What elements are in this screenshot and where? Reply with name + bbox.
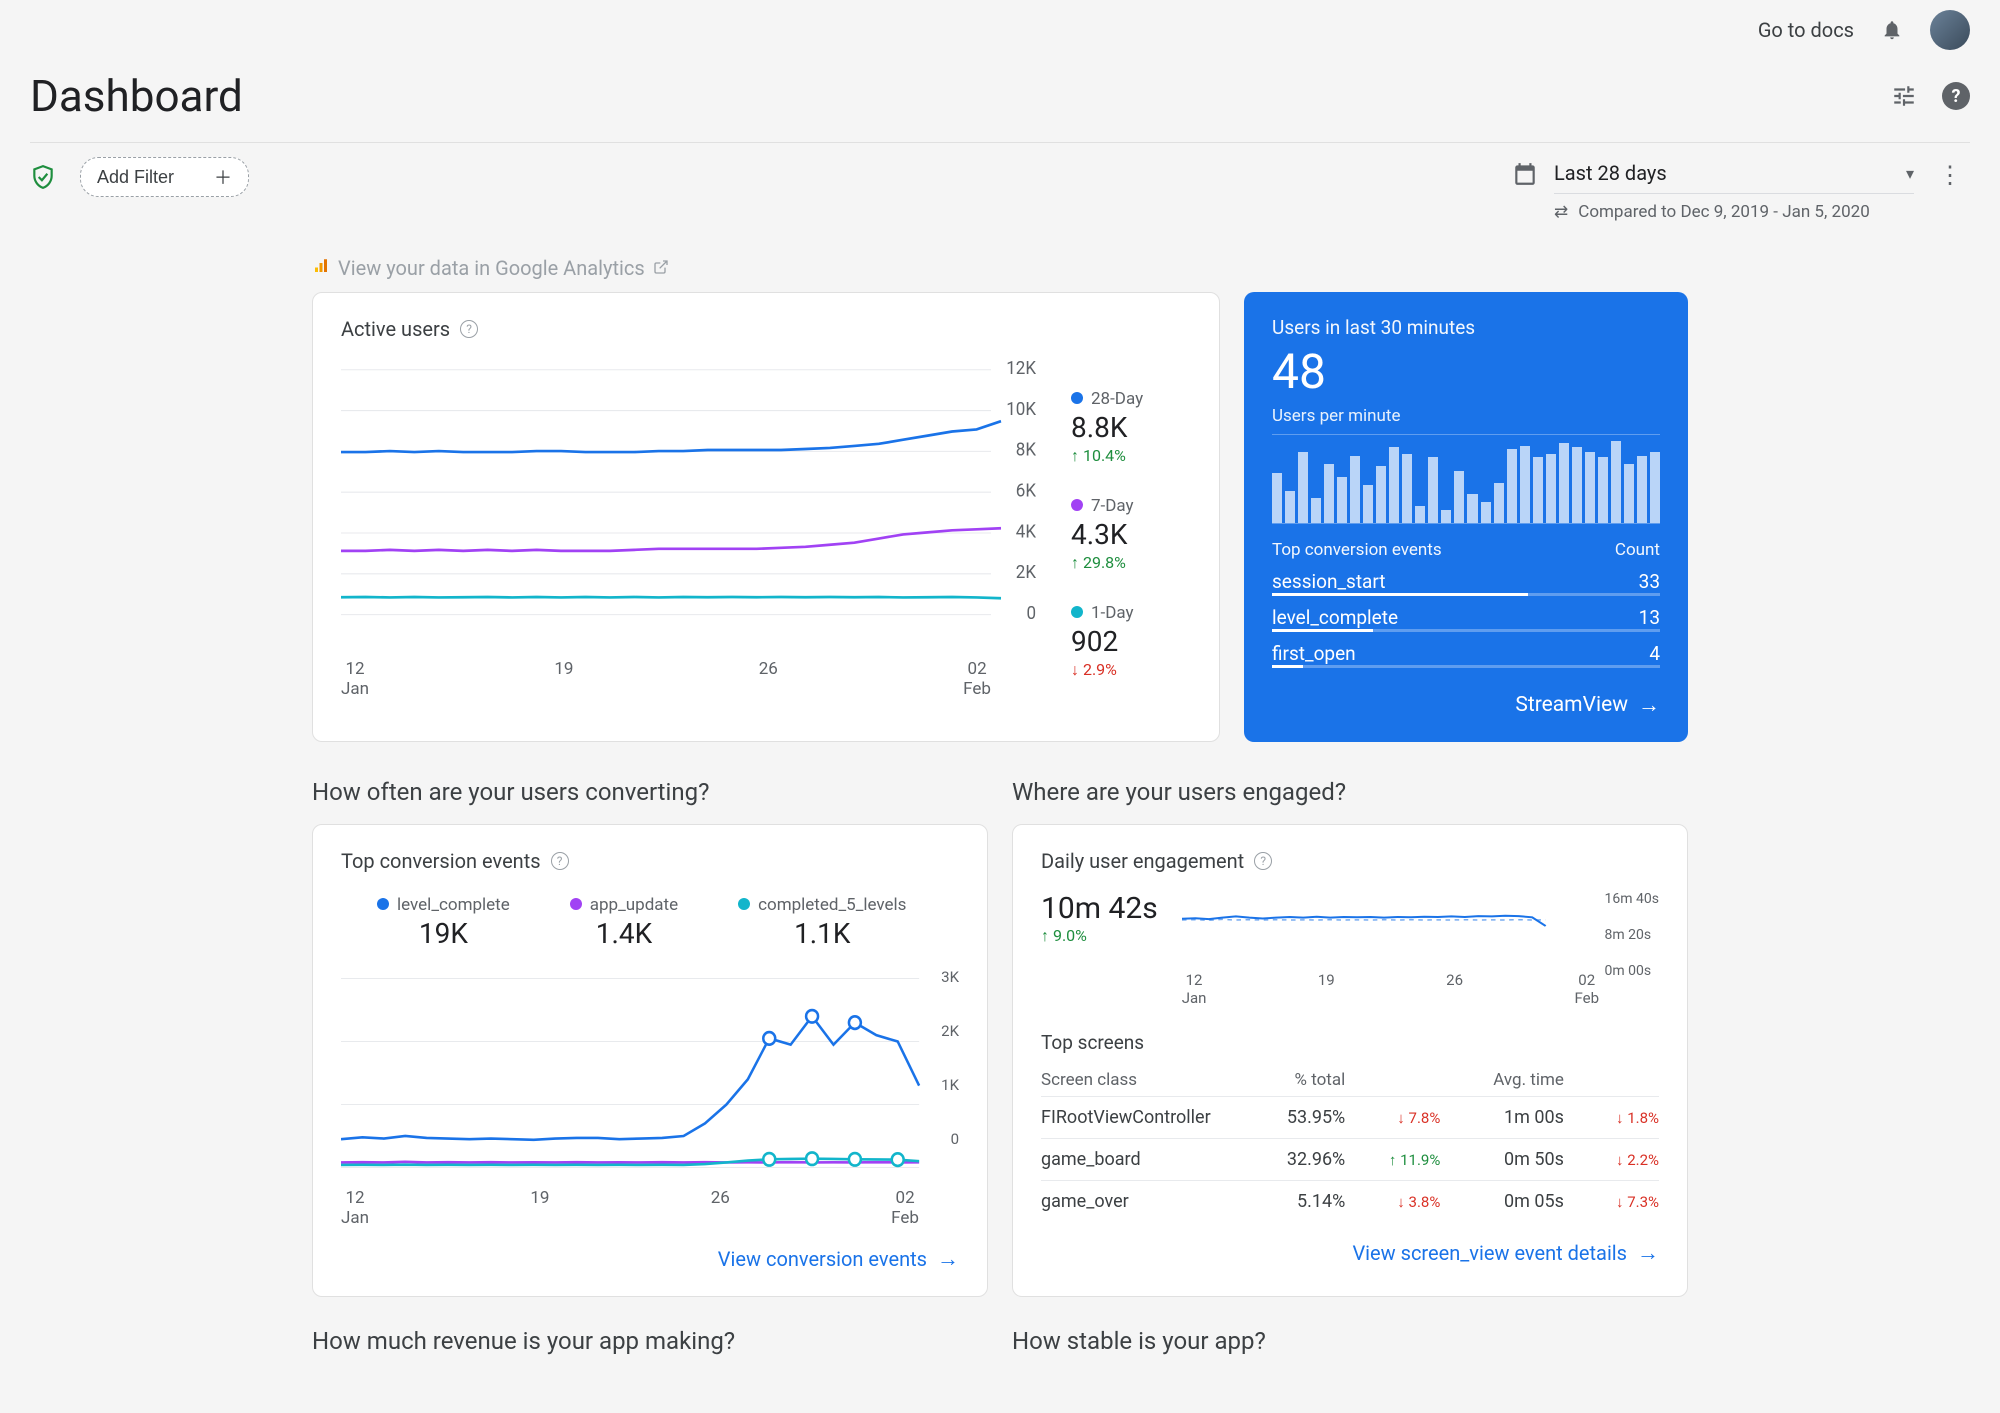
bell-icon[interactable]	[1878, 16, 1906, 44]
active-users-card: Active users ? 12K 10K 8K	[312, 292, 1220, 742]
section-engaged: Where are your users engaged?	[1012, 778, 1688, 806]
section-revenue: How much revenue is your app making?	[312, 1327, 988, 1355]
rt-row: first_open4	[1272, 642, 1660, 668]
rt-row: session_start33	[1272, 570, 1660, 596]
active-users-legend: 28-Day 8.8K ↑ 10.4% 7-Day 4.3K ↑ 29.8% 1…	[1071, 359, 1191, 699]
streamview-link[interactable]: StreamView →	[1272, 692, 1660, 718]
ga-link[interactable]: View your data in Google Analytics	[312, 256, 1688, 280]
help-icon[interactable]: ?	[1942, 82, 1970, 110]
conversion-title: Top conversion events	[341, 849, 541, 873]
svg-text:6K: 6K	[1016, 481, 1037, 502]
users-per-minute-chart	[1272, 434, 1660, 524]
legend-item: 7-Day 4.3K ↑ 29.8%	[1071, 496, 1191, 573]
top-screens-title: Top screens	[1041, 1031, 1659, 1054]
compared-row: ⇄ Compared to Dec 9, 2019 - Jan 5, 2020	[1554, 202, 1914, 222]
svg-text:12K: 12K	[1006, 359, 1037, 379]
compared-text: Compared to Dec 9, 2019 - Jan 5, 2020	[1578, 202, 1870, 222]
table-row: FIRootViewController 53.95%↓ 7.8% 1m 00s…	[1041, 1096, 1659, 1138]
conv-legend-item: completed_5_levels 1.1K	[738, 895, 906, 950]
svg-text:8K: 8K	[1016, 440, 1037, 461]
arrow-right-icon: →	[1637, 1240, 1659, 1266]
plus-icon: ＋	[214, 164, 232, 190]
svg-text:2K: 2K	[1016, 563, 1037, 584]
page-title: Dashboard	[30, 70, 243, 122]
svg-text:0: 0	[1026, 603, 1036, 624]
svg-text:4K: 4K	[1016, 522, 1037, 543]
realtime-count: 48	[1272, 343, 1660, 400]
engagement-card: Daily user engagement ? 10m 42s ↑ 9.0%	[1012, 824, 1688, 1297]
top-screens-table: Screen class % total Avg. time FIRootVie…	[1041, 1064, 1659, 1222]
analytics-icon	[312, 256, 330, 280]
date-range-label: Last 28 days	[1554, 161, 1667, 185]
rt-row: level_complete13	[1272, 606, 1660, 632]
realtime-card: Users in last 30 minutes 48 Users per mi…	[1244, 292, 1688, 742]
add-filter-label: Add Filter	[97, 167, 174, 188]
active-users-title: Active users	[341, 317, 450, 341]
calendar-icon	[1512, 161, 1538, 191]
compare-icon: ⇄	[1554, 202, 1568, 222]
avatar[interactable]	[1930, 10, 1970, 50]
legend-item: 1-Day 902 ↓ 2.9%	[1071, 603, 1191, 680]
help-icon[interactable]: ?	[551, 852, 569, 870]
go-to-docs-link[interactable]: Go to docs	[1758, 18, 1854, 42]
arrow-right-icon: →	[937, 1246, 959, 1272]
conversion-card: Top conversion events ? level_complete 1…	[312, 824, 988, 1297]
external-link-icon	[653, 256, 669, 280]
header: Dashboard ?	[0, 60, 2000, 142]
filter-row: Add Filter ＋ Last 28 days ▾ ⇄ Compared t…	[0, 143, 2000, 236]
kebab-menu[interactable]: ⋮	[1930, 157, 1970, 193]
conv-legend-item: level_complete 19K	[377, 895, 510, 950]
active-users-chart: 12K 10K 8K 6K 4K 2K 0 12Jan 19	[341, 359, 1041, 699]
table-row: game_over 5.14%↓ 3.8% 0m 05s↓ 7.3%	[1041, 1180, 1659, 1222]
view-screen-link[interactable]: View screen_view event details→	[1041, 1240, 1659, 1266]
arrow-right-icon: →	[1638, 692, 1660, 718]
legend-item: 28-Day 8.8K ↑ 10.4%	[1071, 389, 1191, 466]
view-conversion-link[interactable]: View conversion events→	[341, 1246, 959, 1272]
topbar: Go to docs	[0, 0, 2000, 60]
date-range-select[interactable]: Last 28 days ▾	[1554, 157, 1914, 194]
tune-icon[interactable]	[1886, 78, 1922, 114]
help-icon[interactable]: ?	[460, 320, 478, 338]
section-stable: How stable is your app?	[1012, 1327, 1688, 1355]
rt-head-left: Top conversion events	[1272, 540, 1442, 560]
realtime-sub: Users per minute	[1272, 406, 1660, 426]
help-icon[interactable]: ?	[1254, 852, 1272, 870]
add-filter-button[interactable]: Add Filter ＋	[80, 157, 249, 197]
rt-head-right: Count	[1615, 540, 1660, 560]
engagement-chart: 16m 40s 8m 20s 0m 00s 12Jan 19 26 02Feb	[1182, 891, 1659, 1007]
ga-link-text: View your data in Google Analytics	[338, 256, 645, 280]
conversion-chart: 3K2K 1K0 12Jan 19 26 02Feb	[341, 968, 959, 1228]
svg-text:10K: 10K	[1006, 399, 1037, 420]
realtime-title: Users in last 30 minutes	[1272, 316, 1660, 339]
section-converting: How often are your users converting?	[312, 778, 988, 806]
engagement-value: 10m 42s	[1041, 891, 1158, 926]
dropdown-icon: ▾	[1906, 164, 1914, 183]
table-row: game_board 32.96%↑ 11.9% 0m 50s↓ 2.2%	[1041, 1138, 1659, 1180]
conv-legend-item: app_update 1.4K	[570, 895, 678, 950]
shield-icon	[30, 164, 56, 190]
engagement-title: Daily user engagement	[1041, 849, 1244, 873]
